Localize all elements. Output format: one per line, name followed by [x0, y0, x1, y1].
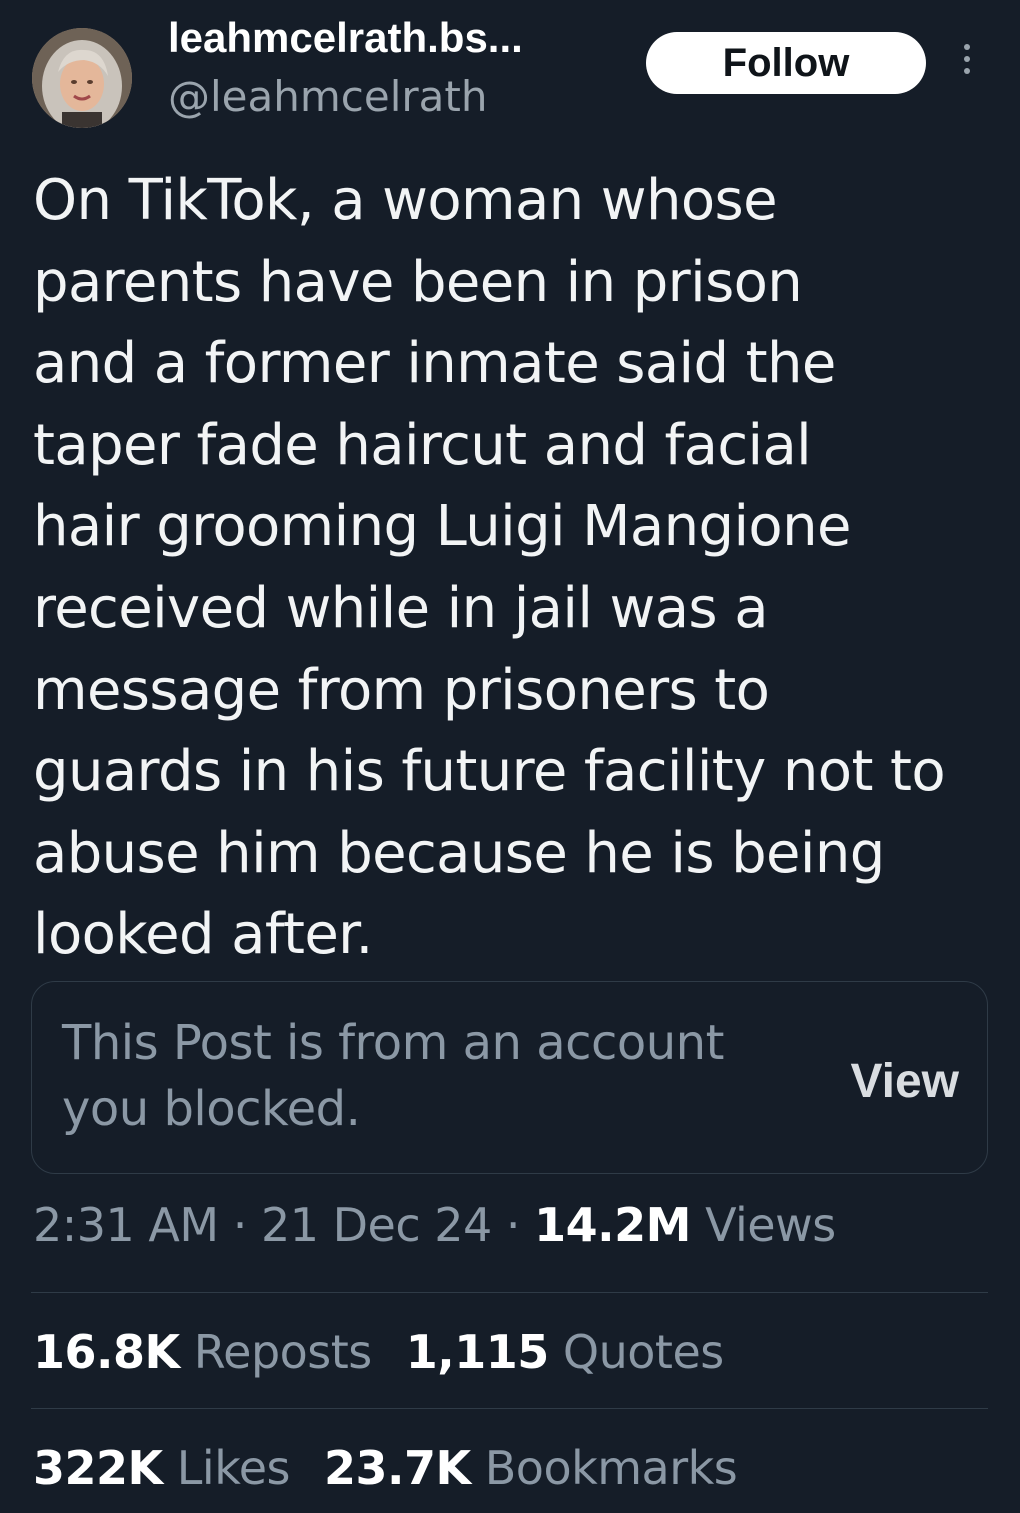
views-count: 14.2M	[534, 1198, 691, 1252]
tweet-header: leahmcelrath.bs... @leahmcelrath Follow	[0, 0, 1020, 140]
engagement-row-1: 16.8K Reposts 1,115 Quotes	[33, 1325, 758, 1379]
tweet-text-line: guards in his future facility not to	[33, 739, 946, 805]
blocked-quote-card: This Post is from an account you blocked…	[31, 981, 988, 1174]
tweet-text-line: message from prisoners to	[33, 657, 770, 723]
bookmarks-stat[interactable]: 23.7K Bookmarks	[323, 1441, 738, 1495]
reposts-count: 16.8K	[33, 1325, 180, 1379]
author-handle[interactable]: @leahmcelrath	[168, 72, 487, 121]
meta-separator: ·	[232, 1198, 248, 1252]
avatar-image	[32, 28, 132, 128]
tweet-text-line: parents have been in prison	[33, 249, 803, 315]
tweet-metadata: 2:31 AM · 21 Dec 24 · 14.2M Views	[33, 1198, 836, 1252]
bookmarks-label: Bookmarks	[484, 1441, 738, 1495]
bookmarks-count: 23.7K	[323, 1441, 471, 1495]
tweet-text: On TikTok, a woman whose parents have be…	[33, 160, 993, 976]
engagement-row-2: 322K Likes 23.7K Bookmarks	[33, 1441, 771, 1495]
follow-button[interactable]: Follow	[646, 32, 926, 94]
view-blocked-post-button[interactable]: View	[850, 1054, 959, 1109]
post-time[interactable]: 2:31 AM	[33, 1198, 219, 1252]
tweet-text-line: abuse him because he is being	[33, 820, 885, 886]
blocked-notice-line: This Post is from an account	[62, 1015, 724, 1071]
tweet-text-line: On TikTok, a woman whose	[33, 168, 778, 233]
divider	[31, 1292, 988, 1293]
tweet-text-line: received while in jail was a	[33, 575, 769, 641]
likes-label: Likes	[176, 1441, 291, 1495]
divider	[31, 1408, 988, 1409]
likes-count: 322K	[33, 1441, 163, 1495]
views-label: Views	[705, 1198, 836, 1252]
avatar[interactable]	[32, 28, 132, 128]
quotes-stat[interactable]: 1,115 Quotes	[406, 1325, 724, 1379]
likes-stat[interactable]: 322K Likes	[33, 1441, 290, 1495]
meta-separator: ·	[505, 1198, 521, 1252]
reposts-stat[interactable]: 16.8K Reposts	[33, 1325, 372, 1379]
blocked-notice: This Post is from an account you blocked…	[62, 1010, 782, 1142]
tweet-text-line: and a former inmate said the	[33, 331, 836, 397]
reposts-label: Reposts	[193, 1325, 373, 1379]
more-options-icon[interactable]	[956, 44, 978, 84]
author-display-name[interactable]: leahmcelrath.bs...	[168, 14, 523, 62]
tweet-text-line: hair grooming Luigi Mangione	[33, 494, 851, 560]
post-date[interactable]: 21 Dec 24	[261, 1198, 492, 1252]
blocked-notice-line: you blocked.	[62, 1081, 361, 1137]
tweet-text-line: looked after.	[33, 902, 373, 968]
tweet-text-line: taper fade haircut and facial	[33, 412, 812, 478]
quotes-label: Quotes	[562, 1325, 724, 1379]
quotes-count: 1,115	[405, 1325, 550, 1379]
